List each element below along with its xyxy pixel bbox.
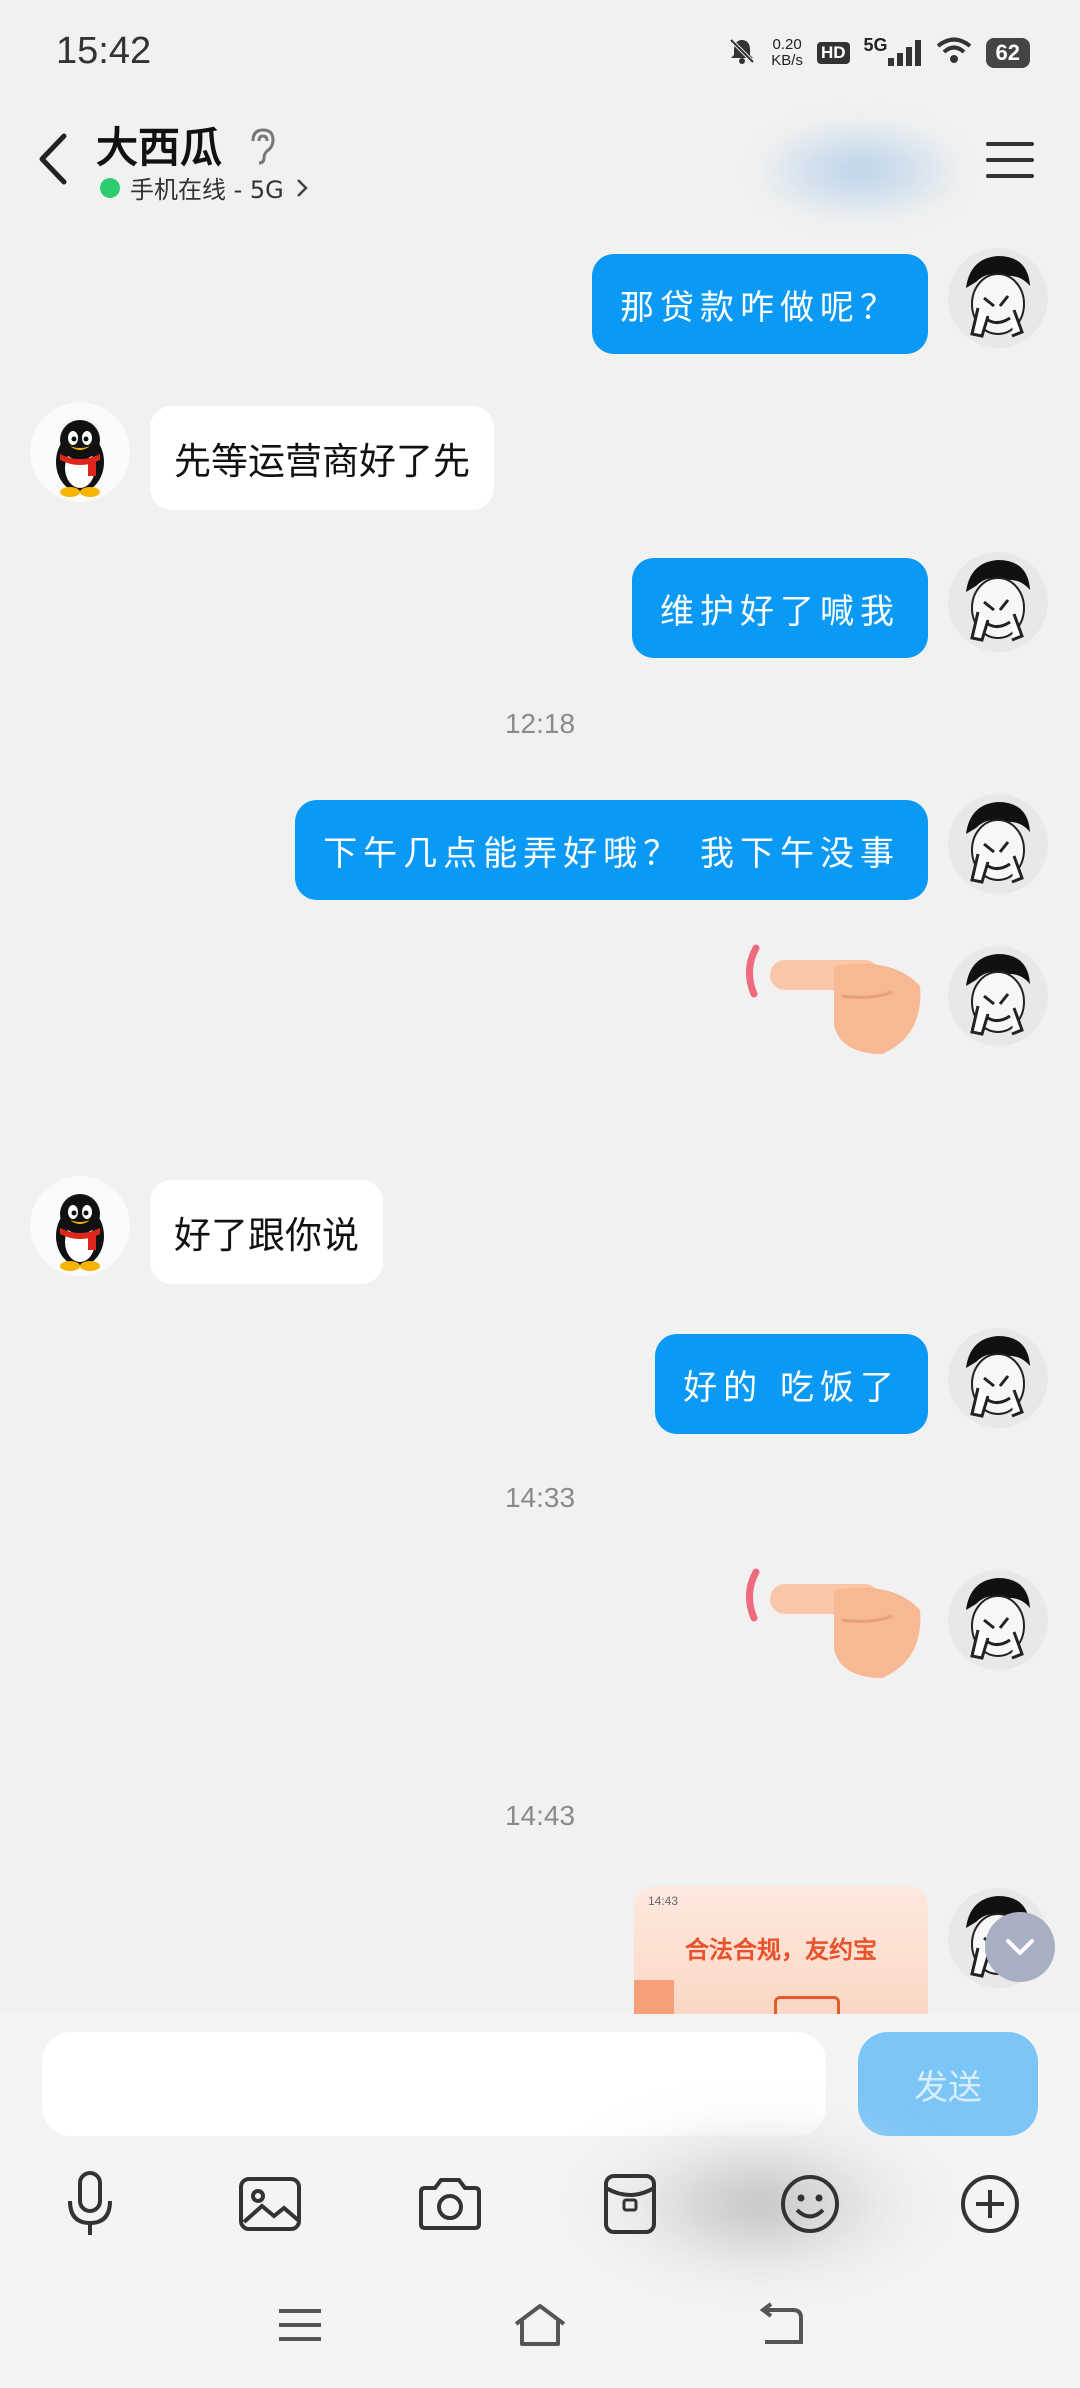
my-avatar[interactable] xyxy=(948,248,1048,348)
status-time: 15:42 xyxy=(56,30,152,72)
blurred-region xyxy=(760,120,960,220)
thumb-decoration xyxy=(774,1996,840,2014)
microphone-icon[interactable] xyxy=(50,2164,130,2244)
contact-avatar[interactable] xyxy=(30,1176,130,1276)
mute-bell-icon xyxy=(727,36,757,70)
online-status[interactable]: 手机在线 - 5G xyxy=(100,170,310,205)
outgoing-message[interactable]: 下午几点能弄好哦？ 我下午没事 xyxy=(295,800,928,900)
battery-indicator: 62 xyxy=(985,38,1030,68)
net-speed-value: 0.20 xyxy=(772,36,802,53)
chevron-down-icon xyxy=(1006,1939,1034,1955)
my-avatar[interactable] xyxy=(948,946,1048,1046)
ear-icon[interactable] xyxy=(247,126,277,175)
outgoing-message[interactable]: 维护好了喊我 xyxy=(632,558,928,658)
thumb-decoration xyxy=(634,1980,674,2014)
net-speed: 0.20 KB/s xyxy=(771,37,803,69)
timestamp-separator: 14:43 xyxy=(504,1800,576,1831)
menu-icon[interactable] xyxy=(265,2290,335,2360)
online-dot-icon xyxy=(100,177,120,198)
my-avatar[interactable] xyxy=(948,1328,1048,1428)
emoji-icon[interactable] xyxy=(770,2164,850,2244)
my-avatar[interactable] xyxy=(948,1570,1048,1670)
timestamp-separator: 12:18 xyxy=(504,708,576,739)
status-bar: 15:42 0.20 KB/s HD 5G 62 xyxy=(0,0,1080,110)
plus-icon[interactable] xyxy=(950,2164,1030,2244)
signal-label: 5G xyxy=(863,35,888,55)
contact-name[interactable]: 大西瓜 xyxy=(96,114,277,175)
system-nav-bar xyxy=(0,2270,1080,2388)
status-icons: 0.20 KB/s HD 5G 62 xyxy=(727,35,1030,70)
pointing-hand-sticker[interactable] xyxy=(742,1560,922,1680)
thumb-title: 合法合规，友约宝 xyxy=(685,1936,877,1964)
scroll-to-bottom-button[interactable] xyxy=(985,1912,1055,1982)
net-speed-unit: KB/s xyxy=(771,52,803,69)
contact-name-text: 大西瓜 xyxy=(96,123,223,172)
outgoing-message[interactable]: 好的 吃饭了 xyxy=(655,1334,928,1434)
chat-header: 大西瓜 手机在线 - 5G xyxy=(0,110,1080,220)
incoming-message[interactable]: 好了跟你说 xyxy=(150,1180,383,1284)
red-packet-icon[interactable] xyxy=(590,2164,670,2244)
chevron-right-icon xyxy=(296,178,308,197)
back-button[interactable] xyxy=(30,124,80,194)
image-message[interactable]: 14:43 合法合规，友约宝 xyxy=(634,1886,928,2014)
thumb-time: 14:43 xyxy=(648,1894,679,1908)
contact-avatar[interactable] xyxy=(30,402,130,502)
hamburger-menu-icon xyxy=(986,142,1034,178)
image-icon[interactable] xyxy=(230,2164,310,2244)
signal-icon: 5G xyxy=(864,35,922,66)
pointing-hand-sticker[interactable] xyxy=(742,936,922,1056)
hd-badge: HD xyxy=(816,42,850,64)
online-status-text: 手机在线 - 5G xyxy=(130,176,284,204)
camera-icon[interactable] xyxy=(410,2164,490,2244)
menu-button[interactable] xyxy=(980,130,1040,190)
incoming-message[interactable]: 先等运营商好了先 xyxy=(150,406,494,510)
timestamp-separator: 14:33 xyxy=(504,1482,576,1513)
back-icon[interactable] xyxy=(745,2290,815,2360)
my-avatar[interactable] xyxy=(948,794,1048,894)
home-icon[interactable] xyxy=(505,2290,575,2360)
my-avatar[interactable] xyxy=(948,552,1048,652)
back-arrow-icon xyxy=(39,133,67,185)
wifi-icon xyxy=(936,37,972,69)
outgoing-message[interactable]: 那贷款咋做呢？ xyxy=(592,254,928,354)
